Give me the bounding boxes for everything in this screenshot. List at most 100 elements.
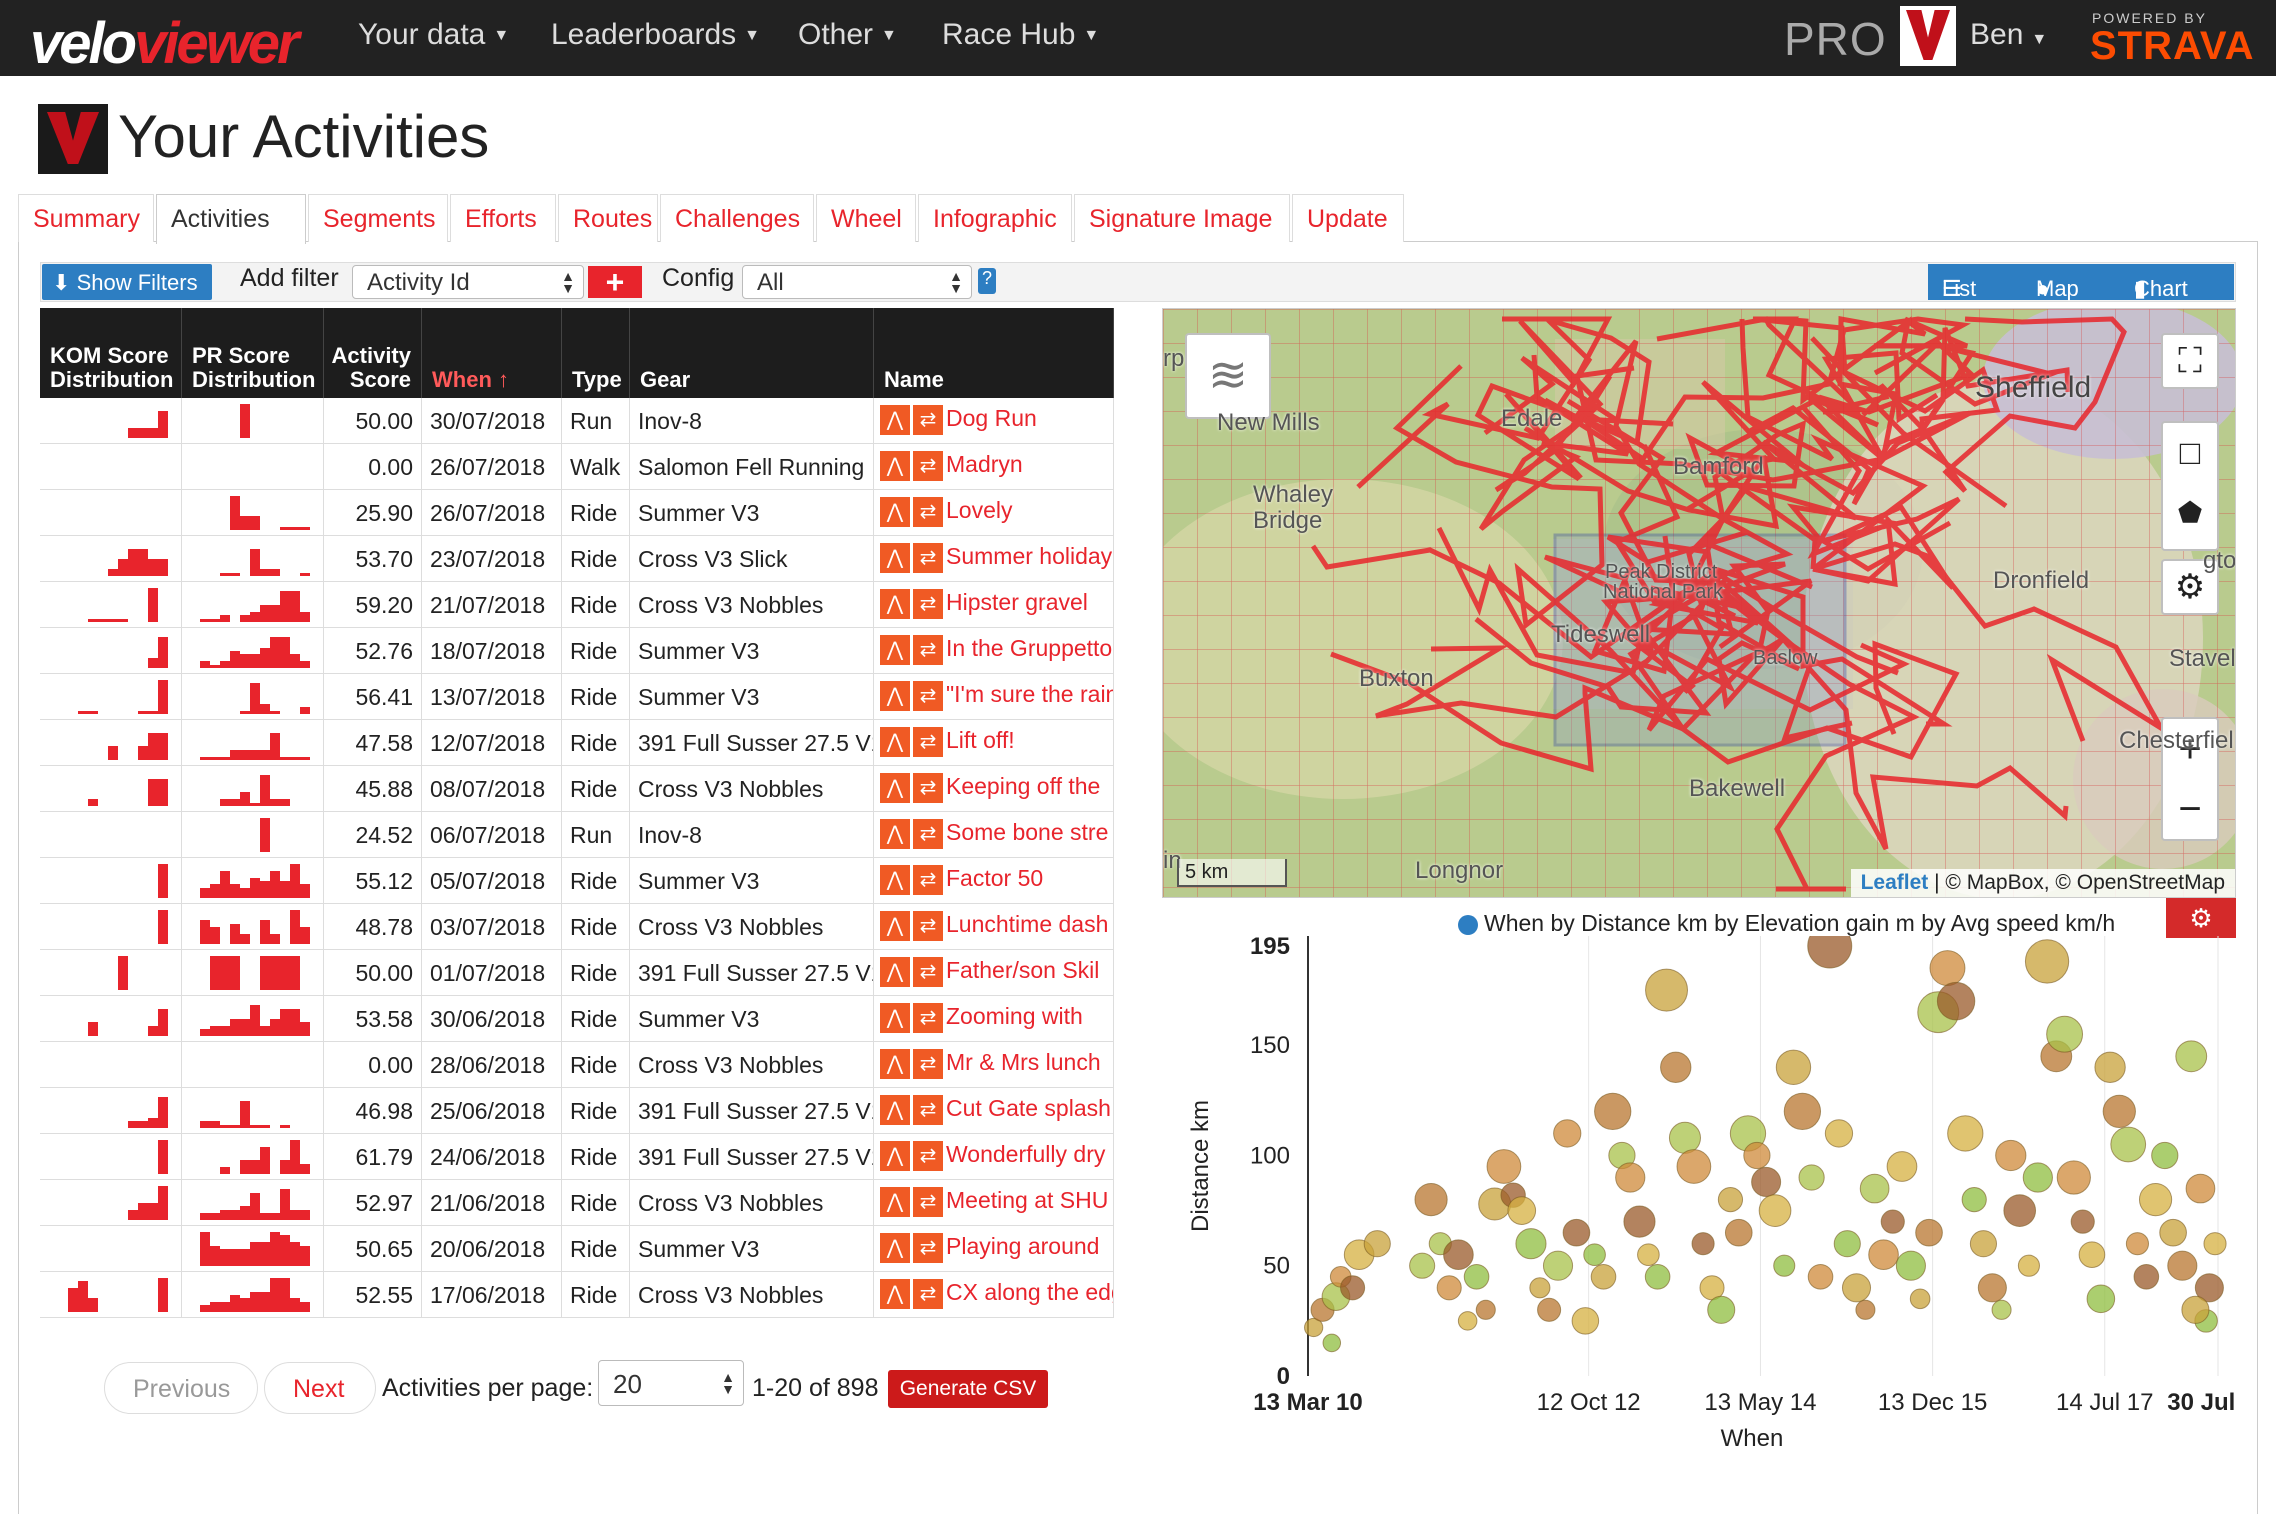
table-row[interactable]: 0.00 26/07/2018 Walk Salomon Fell Running ⋀ ⇄… (40, 444, 1114, 490)
compare-arrows-icon[interactable]: ⇄ (913, 1095, 943, 1125)
nav-leaderboards[interactable]: Leaderboards ▼ (551, 18, 760, 52)
table-row[interactable]: 56.41 13/07/2018 Ride Summer V3 ⋀ ⇄ "I'm sure … (40, 674, 1114, 720)
col-kom-score[interactable]: KOM Score Distribution (40, 308, 182, 398)
table-row[interactable]: 52.76 18/07/2018 Ride Summer V3 ⋀ ⇄ In the Gru… (40, 628, 1114, 674)
table-row[interactable]: 52.97 21/06/2018 Ride Cross V3 Nobbles ⋀ ⇄ Mee… (40, 1180, 1114, 1226)
strava-icon[interactable]: ⋀ (880, 405, 910, 435)
table-row[interactable]: 61.79 24/06/2018 Ride 391 Full Susser 27.5 … (40, 1134, 1114, 1180)
table-row[interactable]: 25.90 26/07/2018 Ride Summer V3 ⋀ ⇄ Lovely (40, 490, 1114, 536)
table-row[interactable]: 59.20 21/07/2018 Ride Cross V3 Nobbles ⋀ ⇄ Hip… (40, 582, 1114, 628)
show-filters-button[interactable]: ⬇ Show Filters (42, 264, 212, 300)
activity-name-link[interactable]: Mr & Mrs lunch (946, 1049, 1101, 1075)
table-row[interactable]: 52.55 17/06/2018 Ride Cross V3 Nobbles ⋀ ⇄ CX … (40, 1272, 1114, 1318)
tab-activities[interactable]: Activities (156, 194, 306, 244)
activity-name-link[interactable]: Factor 50 (946, 865, 1043, 891)
col-activity-score[interactable]: Activity Score (324, 308, 422, 398)
square-draw-icon[interactable]: □ (2163, 423, 2217, 483)
per-page-select[interactable]: 20 ▲ ▼ (598, 1360, 744, 1406)
table-row[interactable]: 47.58 12/07/2018 Ride 391 Full Susser 27.5 … (40, 720, 1114, 766)
table-row[interactable]: 0.00 28/06/2018 Ride Cross V3 Nobbles ⋀ ⇄ Mr &… (40, 1042, 1114, 1088)
activity-name-link[interactable]: Cut Gate splash (946, 1095, 1111, 1121)
tab-update[interactable]: Update (1292, 194, 1404, 242)
activity-name-link[interactable]: Father/son Skil (946, 957, 1099, 983)
activities-map[interactable]: ≋ ⛶ □ ⬟ ⚙ + − Sheffield New Mills Whaley… (1162, 308, 2236, 898)
col-when[interactable]: When ↑ (422, 308, 562, 398)
nav-other[interactable]: Other ▼ (798, 18, 897, 52)
activity-name-link[interactable]: Dog Run (946, 405, 1037, 431)
strava-icon[interactable]: ⋀ (880, 1003, 910, 1033)
compare-arrows-icon[interactable]: ⇄ (913, 1141, 943, 1171)
activity-name-link[interactable]: Hipster gravel (946, 589, 1088, 615)
compare-arrows-icon[interactable]: ⇄ (913, 635, 943, 665)
tab-segments[interactable]: Segments (308, 194, 448, 242)
filter-select[interactable]: Activity Id ▲ ▼ (352, 265, 584, 299)
tab-wheel[interactable]: Wheel (816, 194, 916, 242)
tab-infographic[interactable]: Infographic (918, 194, 1072, 242)
activity-name-link[interactable]: Playing around (946, 1233, 1099, 1259)
zoom-out-icon[interactable]: − (2163, 779, 2217, 839)
activity-name-link[interactable]: Keeping off the (946, 773, 1100, 799)
nav-race-hub[interactable]: Race Hub ▼ (942, 18, 1099, 52)
col-gear[interactable]: Gear (630, 308, 874, 398)
tab-signature-image[interactable]: Signature Image (1074, 194, 1290, 242)
table-row[interactable]: 50.00 01/07/2018 Ride 391 Full Susser 27.5 … (40, 950, 1114, 996)
tab-routes[interactable]: Routes (558, 194, 658, 242)
strava-icon[interactable]: ⋀ (880, 819, 910, 849)
table-row[interactable]: 50.00 30/07/2018 Run Inov-8 ⋀ ⇄ Dog Run (40, 398, 1114, 444)
polygon-draw-icon[interactable]: ⬟ (2163, 483, 2217, 543)
tab-challenges[interactable]: Challenges (660, 194, 814, 242)
activity-name-link[interactable]: Zooming with (946, 1003, 1083, 1029)
nav-your-data[interactable]: Your data ▼ (358, 18, 509, 52)
compare-arrows-icon[interactable]: ⇄ (913, 497, 943, 527)
compare-arrows-icon[interactable]: ⇄ (913, 1049, 943, 1079)
compare-arrows-icon[interactable]: ⇄ (913, 865, 943, 895)
strava-icon[interactable]: ⋀ (880, 911, 910, 941)
compare-arrows-icon[interactable]: ⇄ (913, 451, 943, 481)
activity-name-link[interactable]: Lift off! (946, 727, 1015, 753)
compare-arrows-icon[interactable]: ⇄ (913, 681, 943, 711)
strava-icon[interactable]: ⋀ (880, 1233, 910, 1263)
strava-icon[interactable]: ⋀ (880, 1095, 910, 1125)
compare-arrows-icon[interactable]: ⇄ (913, 589, 943, 619)
compare-arrows-icon[interactable]: ⇄ (913, 543, 943, 573)
compare-arrows-icon[interactable]: ⇄ (913, 773, 943, 803)
strava-icon[interactable]: ⋀ (880, 957, 910, 987)
col-pr-score[interactable]: PR Score Distribution (182, 308, 324, 398)
strava-icon[interactable]: ⋀ (880, 681, 910, 711)
compare-arrows-icon[interactable]: ⇄ (913, 1187, 943, 1217)
strava-icon[interactable]: ⋀ (880, 589, 910, 619)
table-row[interactable]: 55.12 05/07/2018 Ride Summer V3 ⋀ ⇄ Factor 50 (40, 858, 1114, 904)
strava-icon[interactable]: ⋀ (880, 773, 910, 803)
compare-arrows-icon[interactable]: ⇄ (913, 819, 943, 849)
add-filter-button[interactable]: + (588, 266, 642, 298)
strava-icon[interactable]: ⋀ (880, 543, 910, 573)
tab-efforts[interactable]: Efforts (450, 194, 556, 242)
layers-icon[interactable]: ≋ (1185, 333, 1271, 419)
previous-button[interactable]: Previous (104, 1362, 258, 1414)
help-button[interactable]: ? (978, 268, 996, 294)
table-row[interactable]: 50.65 20/06/2018 Ride Summer V3 ⋀ ⇄ Playing ar… (40, 1226, 1114, 1272)
activity-name-link[interactable]: Some bone stre (946, 819, 1108, 845)
strava-icon[interactable]: ⋀ (880, 865, 910, 895)
fullscreen-icon[interactable]: ⛶ (2161, 333, 2219, 389)
user-menu[interactable]: Ben ▼ (1970, 18, 2047, 52)
compare-arrows-icon[interactable]: ⇄ (913, 1003, 943, 1033)
compare-arrows-icon[interactable]: ⇄ (913, 1233, 943, 1263)
strava-icon[interactable]: ⋀ (880, 1279, 910, 1309)
compare-arrows-icon[interactable]: ⇄ (913, 727, 943, 757)
col-name[interactable]: Name (874, 308, 1114, 398)
activity-name-link[interactable]: CX along the edge (946, 1279, 1113, 1305)
compare-arrows-icon[interactable]: ⇄ (913, 405, 943, 435)
veloviewer-logo[interactable]: veloviewer (30, 10, 300, 77)
strava-icon[interactable]: ⋀ (880, 635, 910, 665)
generate-csv-button[interactable]: Generate CSV (888, 1370, 1048, 1408)
strava-icon[interactable]: ⋀ (880, 497, 910, 527)
activity-name-link[interactable]: "I'm sure the rain (946, 681, 1113, 707)
chart-settings-button[interactable]: ⚙ (2166, 898, 2236, 938)
compare-arrows-icon[interactable]: ⇄ (913, 957, 943, 987)
table-row[interactable]: 24.52 06/07/2018 Run Inov-8 ⋀ ⇄ Some bone stre (40, 812, 1114, 858)
table-row[interactable]: 53.58 30/06/2018 Ride Summer V3 ⋀ ⇄ Zooming wi… (40, 996, 1114, 1042)
compare-arrows-icon[interactable]: ⇄ (913, 911, 943, 941)
table-row[interactable]: 48.78 03/07/2018 Ride Cross V3 Nobbles ⋀ ⇄ Lun… (40, 904, 1114, 950)
activity-name-link[interactable]: Meeting at SHU (946, 1187, 1108, 1213)
